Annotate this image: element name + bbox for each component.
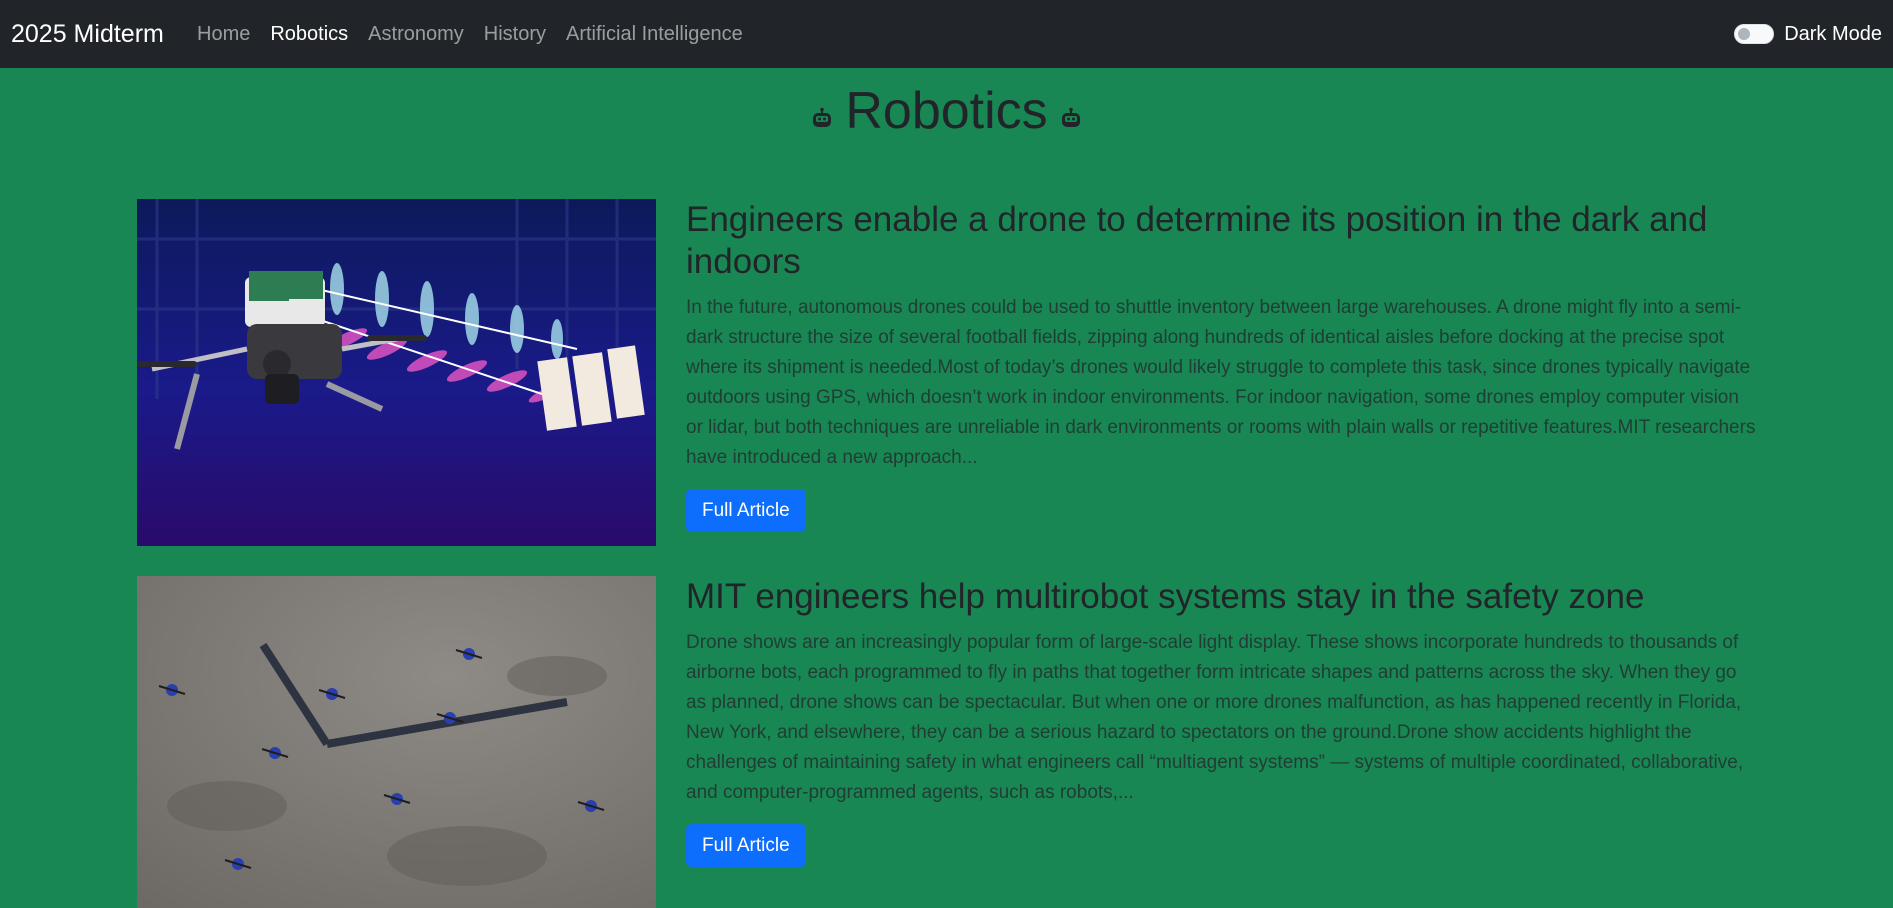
nav-links: Home Robotics Astronomy History Artifici…: [197, 20, 763, 48]
article-title[interactable]: Engineers enable a drone to determine it…: [686, 199, 1757, 283]
dark-mode-toggle[interactable]: Dark Mode: [1734, 20, 1882, 48]
brand-link[interactable]: 2025 Midterm: [11, 18, 164, 50]
article-title[interactable]: MIT engineers help multirobot systems st…: [686, 576, 1757, 618]
robot-icon: [813, 107, 832, 127]
full-article-button[interactable]: Full Article: [686, 824, 806, 867]
top-navbar: 2025 Midterm Home Robotics Astronomy His…: [0, 0, 1893, 68]
dark-mode-label: Dark Mode: [1784, 23, 1882, 45]
article-card: Engineers enable a drone to determine it…: [137, 199, 1757, 546]
article-content: Engineers enable a drone to determine it…: [686, 199, 1757, 532]
nav-link-history[interactable]: History: [484, 20, 546, 48]
article-card: MIT engineers help multirobot systems st…: [137, 576, 1757, 908]
nav-link-robotics[interactable]: Robotics: [270, 20, 348, 48]
article-summary: In the future, autonomous drones could b…: [686, 297, 1756, 468]
nav-link-home[interactable]: Home: [197, 20, 250, 48]
switch-knob: [1738, 28, 1751, 40]
full-article-button[interactable]: Full Article: [686, 489, 806, 532]
article-content: MIT engineers help multirobot systems st…: [686, 576, 1757, 867]
dark-mode-switch[interactable]: [1734, 24, 1775, 44]
article-image-drones-floor-photo[interactable]: [137, 576, 656, 908]
nav-link-astronomy[interactable]: Astronomy: [368, 20, 464, 48]
robot-icon: [1061, 107, 1080, 127]
page-title: Robotics: [845, 82, 1048, 140]
page-heading: Robotics: [0, 80, 1893, 142]
article-summary: Drone shows are an increasingly popular …: [686, 632, 1744, 803]
article-image-drone-illustration[interactable]: [137, 199, 656, 546]
nav-link-artificial-intelligence[interactable]: Artificial Intelligence: [566, 20, 743, 48]
